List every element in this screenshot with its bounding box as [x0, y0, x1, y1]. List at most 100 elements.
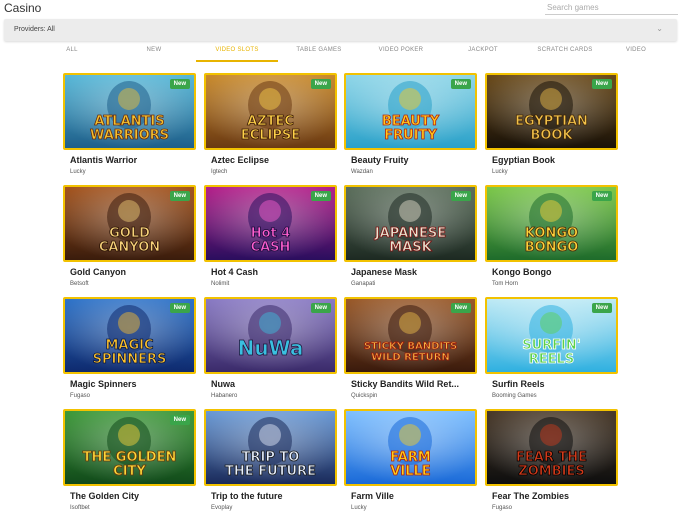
- game-provider: Quickspin: [351, 393, 378, 399]
- game-card[interactable]: AZTEC ECLIPSE New Aztec Eclipse Igtech: [204, 73, 337, 175]
- new-badge: New: [169, 191, 190, 201]
- new-badge: New: [450, 303, 471, 313]
- game-card[interactable]: GOLD CANYON New Gold Canyon Betsoft: [63, 185, 196, 287]
- game-thumbnail[interactable]: FARM VILLE: [344, 409, 477, 486]
- game-title[interactable]: Nuwa: [211, 379, 335, 389]
- game-title[interactable]: Gold Canyon: [70, 267, 194, 277]
- game-logo-text: SPINNERS: [93, 352, 167, 367]
- game-title[interactable]: Sticky Bandits Wild Ret...: [351, 379, 475, 389]
- game-title[interactable]: The Golden City: [70, 491, 194, 501]
- game-logo-text: THE GOLDEN: [83, 450, 177, 465]
- game-title[interactable]: Egyptian Book: [492, 155, 616, 165]
- game-thumbnail[interactable]: NuWa New: [204, 297, 337, 374]
- game-provider: Wazdan: [351, 169, 373, 175]
- game-card[interactable]: NuWa New Nuwa Habanero: [204, 297, 337, 399]
- game-thumbnail[interactable]: GOLD CANYON New: [63, 185, 196, 262]
- new-badge: New: [310, 79, 331, 89]
- new-badge: New: [169, 303, 190, 313]
- game-title[interactable]: Kongo Bongo: [492, 267, 616, 277]
- game-thumbnail[interactable]: ATLANTIS WARRIORS New: [63, 73, 196, 150]
- game-thumbnail[interactable]: THE GOLDEN CITY New: [63, 409, 196, 486]
- game-logo-text: FARM: [390, 450, 430, 465]
- game-card[interactable]: FEAR THE ZOMBIES Fear The Zombies Fugaso: [485, 409, 618, 511]
- game-logo-text: REELS: [529, 352, 574, 367]
- game-artwork: FEAR THEZOMBIES: [487, 411, 616, 484]
- game-logo-text: TRIP TO: [242, 450, 300, 465]
- game-thumbnail[interactable]: EGYPTIAN BOOK New: [485, 73, 618, 150]
- game-logo-text: Hot 4: [251, 226, 291, 241]
- game-logo-text: AZTEC: [247, 114, 294, 129]
- game-artwork: TRIP TOTHE FUTURE: [206, 411, 335, 484]
- game-thumbnail[interactable]: Hot 4 CASH New: [204, 185, 337, 262]
- game-title[interactable]: Hot 4 Cash: [211, 267, 335, 277]
- game-logo-text: CITY: [113, 464, 146, 479]
- game-thumbnail[interactable]: KONGO BONGO New: [485, 185, 618, 262]
- game-thumbnail[interactable]: TRIP TO THE FUTURE: [204, 409, 337, 486]
- game-logo-text: EGYPTIAN: [515, 114, 588, 129]
- game-card[interactable]: ATLANTIS WARRIORS New Atlantis Warrior Lucky: [63, 73, 196, 175]
- game-logo-text: GOLD: [109, 226, 150, 241]
- new-badge: New: [310, 191, 331, 201]
- game-logo-text: FEAR THE: [516, 450, 587, 465]
- game-logo-text: JAPANESE: [374, 226, 446, 241]
- game-title[interactable]: Atlantis Warrior: [70, 155, 194, 165]
- game-card[interactable]: TRIP TO THE FUTURE Trip to the future Evopl…: [204, 409, 337, 511]
- game-card[interactable]: FARM VILLE Farm Ville Lucky: [344, 409, 477, 511]
- game-logo-text: CASH: [251, 240, 291, 255]
- game-provider: Nolimit: [211, 281, 230, 287]
- game-title[interactable]: Farm Ville: [351, 491, 475, 501]
- game-thumbnail[interactable]: AZTEC ECLIPSE New: [204, 73, 337, 150]
- game-title[interactable]: Fear The Zombies: [492, 491, 616, 501]
- game-title[interactable]: Trip to the future: [211, 491, 335, 501]
- game-logo-text: WARRIORS: [90, 128, 169, 143]
- game-provider: Betsoft: [70, 281, 89, 287]
- game-thumbnail[interactable]: STICKY BANDITS WILD RETURN New: [344, 297, 477, 374]
- game-provider: Isoftbet: [70, 505, 90, 511]
- game-logo-text: BONGO: [525, 240, 579, 255]
- game-logo-text: ZOMBIES: [518, 464, 584, 479]
- game-thumbnail[interactable]: SURFIN' REELS New: [485, 297, 618, 374]
- game-provider: Fugaso: [70, 393, 91, 399]
- game-logo-text: BEAUTY: [382, 114, 440, 129]
- game-logo-text: FRUITY: [384, 128, 437, 143]
- game-logo-text: WILD RETURN: [371, 352, 449, 363]
- game-logo-text: MAGIC: [105, 338, 153, 353]
- game-logo-text: STICKY BANDITS: [364, 341, 457, 352]
- game-title[interactable]: Surfin Reels: [492, 379, 616, 389]
- new-badge: New: [591, 79, 612, 89]
- new-badge: New: [450, 79, 471, 89]
- game-card[interactable]: Hot 4 CASH New Hot 4 Cash Nolimit: [204, 185, 337, 287]
- game-card[interactable]: THE GOLDEN CITY New The Golden City Isoftbet: [63, 409, 196, 511]
- game-title[interactable]: Beauty Fruity: [351, 155, 475, 165]
- game-title[interactable]: Japanese Mask: [351, 267, 475, 277]
- game-card[interactable]: EGYPTIAN BOOK New Egyptian Book Lucky: [485, 73, 618, 175]
- game-provider: Lucky: [492, 169, 508, 175]
- new-badge: New: [591, 191, 612, 201]
- game-card[interactable]: KONGO BONGO New Kongo Bongo Tom Horn: [485, 185, 618, 287]
- game-logo-text: VILLE: [390, 464, 430, 479]
- game-thumbnail[interactable]: JAPANESE MASK New: [344, 185, 477, 262]
- new-badge: New: [591, 303, 612, 313]
- game-card[interactable]: SURFIN' REELS New Surfin Reels Booming Games: [485, 297, 618, 399]
- game-thumbnail[interactable]: BEAUTY FRUITY New: [344, 73, 477, 150]
- game-artwork: FARMVILLE: [346, 411, 475, 484]
- game-title[interactable]: Aztec Eclipse: [211, 155, 335, 165]
- game-provider: Igtech: [211, 169, 228, 175]
- game-title[interactable]: Magic Spinners: [70, 379, 194, 389]
- game-provider: Evoplay: [211, 505, 233, 511]
- game-logo-text: KONGO: [525, 226, 578, 241]
- game-logo-text: CANYON: [99, 240, 160, 255]
- game-card[interactable]: MAGIC SPINNERS New Magic Spinners Fugaso: [63, 297, 196, 399]
- game-card[interactable]: BEAUTY FRUITY New Beauty Fruity Wazdan: [344, 73, 477, 175]
- game-card[interactable]: STICKY BANDITS WILD RETURN New Sticky Bandi…: [344, 297, 477, 399]
- game-card[interactable]: JAPANESE MASK New Japanese Mask Ganapati: [344, 185, 477, 287]
- game-provider: Lucky: [351, 505, 367, 511]
- game-thumbnail[interactable]: MAGIC SPINNERS New: [63, 297, 196, 374]
- game-thumbnail[interactable]: FEAR THE ZOMBIES: [485, 409, 618, 486]
- game-grid: ATLANTIS WARRIORS New Atlantis Warrior Lucky…: [0, 0, 680, 511]
- game-provider: Fugaso: [492, 505, 513, 511]
- game-logo-text: ECLIPSE: [241, 128, 300, 143]
- game-provider: Booming Games: [492, 393, 537, 399]
- new-badge: New: [450, 191, 471, 201]
- game-provider: Tom Horn: [492, 281, 519, 287]
